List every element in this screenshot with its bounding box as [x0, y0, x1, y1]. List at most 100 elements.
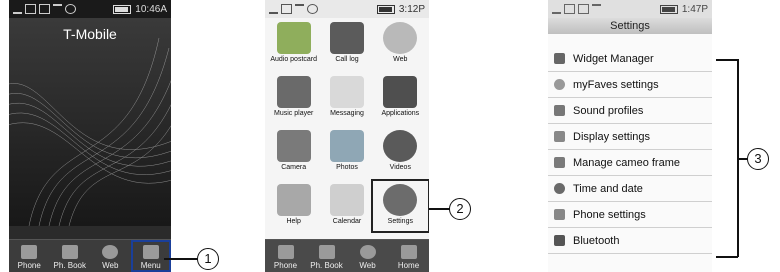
- voicemail-icon: [307, 4, 318, 14]
- widget-icon: [554, 53, 565, 64]
- app-label: Calendar: [332, 218, 362, 225]
- app-label: Web: [393, 56, 408, 63]
- settings-item-myfaves[interactable]: myFaves settings: [548, 72, 712, 98]
- bluetooth-icon: [295, 4, 304, 14]
- app-calendar[interactable]: Calendar: [320, 182, 373, 230]
- menu-grid-icon: [142, 245, 159, 259]
- lock-icon: [578, 4, 589, 14]
- app-label: Settings: [387, 218, 413, 225]
- app-web[interactable]: Web: [374, 20, 427, 68]
- envelope-icon: [329, 76, 364, 108]
- app-messaging[interactable]: Messaging: [320, 74, 373, 122]
- settings-item-time-date[interactable]: Time and date: [548, 176, 712, 202]
- settings-item-label: Time and date: [573, 182, 643, 195]
- softkey-home[interactable]: Home: [388, 240, 429, 272]
- app-call-log[interactable]: Call log: [320, 20, 373, 68]
- bracket-bottom: [716, 256, 738, 258]
- app-label: Audio postcard: [270, 56, 318, 63]
- app-music-player[interactable]: Music player: [267, 74, 320, 122]
- app-camera[interactable]: Camera: [267, 128, 320, 176]
- cameo-frame-icon: [554, 157, 565, 168]
- display-icon: [554, 131, 565, 142]
- wallpaper: [9, 18, 171, 226]
- app-photos[interactable]: Photos: [320, 128, 373, 176]
- settings-item-bluetooth[interactable]: Bluetooth: [548, 228, 712, 254]
- message-icon: [281, 4, 292, 14]
- settings-item-sound-profiles[interactable]: Sound profiles: [548, 98, 712, 124]
- softkey-label: Phone: [273, 261, 298, 270]
- phonebook-icon: [318, 245, 335, 259]
- callout-3: 3: [747, 148, 769, 170]
- settings-item-label: myFaves settings: [573, 78, 659, 91]
- status-time: 10:46A: [135, 3, 167, 15]
- voicemail-icon: [65, 4, 76, 14]
- status-bar: 3:12P: [265, 0, 429, 18]
- phone-grid-icon: [277, 245, 294, 259]
- music-player-icon: [276, 76, 311, 108]
- settings-item-phone[interactable]: Phone settings: [548, 202, 712, 228]
- app-label: Applications: [381, 110, 420, 117]
- phonebook-icon: [61, 245, 78, 259]
- app-audio-postcard[interactable]: Audio postcard: [267, 20, 320, 68]
- signal-icon: [552, 4, 561, 14]
- phone-grid-icon: [21, 245, 38, 259]
- softkey-label: Web: [359, 261, 376, 270]
- app-label: Help: [286, 218, 301, 225]
- settings-screen: 1:47P Settings Widget Manager myFaves se…: [548, 0, 712, 272]
- message-icon: [564, 4, 575, 14]
- settings-item-label: Widget Manager: [573, 52, 654, 65]
- app-label: Call log: [335, 56, 359, 63]
- app-applications[interactable]: Applications: [374, 74, 427, 122]
- softkey-phone[interactable]: Phone: [265, 240, 306, 272]
- app-label: Photos: [336, 164, 358, 171]
- app-grid: Audio postcard Call log Web Music player…: [267, 20, 429, 233]
- softkey-label: Web: [102, 261, 119, 270]
- softkey-phone[interactable]: Phone: [9, 240, 50, 272]
- battery-icon: [113, 4, 132, 14]
- photos-icon: [329, 130, 364, 162]
- screen-title: Settings: [548, 18, 712, 34]
- signal-icon: [13, 4, 22, 14]
- home-icon: [400, 245, 417, 259]
- signal-icon: [269, 4, 278, 14]
- settings-item-display[interactable]: Display settings: [548, 124, 712, 150]
- myfaves-icon: [554, 79, 565, 90]
- bluetooth-icon: [53, 4, 62, 14]
- softkey-label: Home: [397, 261, 420, 270]
- home-screen: 10:46A T-Mobile Phone Ph. Book Web Menu: [9, 0, 171, 272]
- bluetooth-icon: [592, 4, 601, 14]
- softkey-phonebook[interactable]: Ph. Book: [306, 240, 347, 272]
- globe-icon: [102, 245, 119, 259]
- callout-2-line: [429, 208, 450, 210]
- softkey-bar: Phone Ph. Book Web Home: [265, 239, 429, 272]
- softkey-phonebook[interactable]: Ph. Book: [50, 240, 91, 272]
- calendar-icon: [329, 184, 364, 216]
- status-bar: 1:47P: [548, 0, 712, 18]
- app-settings[interactable]: Settings: [370, 179, 429, 233]
- settings-item-label: Manage cameo frame: [573, 156, 680, 169]
- camera-icon: [276, 130, 311, 162]
- softkey-web[interactable]: Web: [347, 240, 388, 272]
- settings-item-cameo-frame[interactable]: Manage cameo frame: [548, 150, 712, 176]
- app-videos[interactable]: Videos: [374, 128, 427, 176]
- gear-icon: [383, 184, 418, 216]
- app-label: Music player: [274, 110, 314, 117]
- clock-icon: [554, 183, 565, 194]
- settings-item-widget-manager[interactable]: Widget Manager: [548, 46, 712, 72]
- softkey-label: Phone: [17, 261, 41, 270]
- message-icon: [25, 4, 36, 14]
- app-label: Camera: [281, 164, 307, 171]
- softkey-bar: Phone Ph. Book Web Menu: [9, 239, 171, 272]
- softkey-menu[interactable]: Menu: [130, 240, 171, 272]
- app-label: Videos: [389, 164, 411, 171]
- bracket-top: [716, 59, 738, 61]
- settings-item-label: Display settings: [573, 130, 651, 143]
- status-time: 1:47P: [681, 3, 708, 15]
- softkey-label: Menu: [140, 261, 161, 270]
- app-help[interactable]: Help: [267, 182, 320, 230]
- lock-icon: [39, 4, 50, 14]
- help-icon: [276, 184, 311, 216]
- speaker-icon: [554, 105, 565, 116]
- softkey-web[interactable]: Web: [90, 240, 131, 272]
- callout-2: 2: [449, 198, 471, 220]
